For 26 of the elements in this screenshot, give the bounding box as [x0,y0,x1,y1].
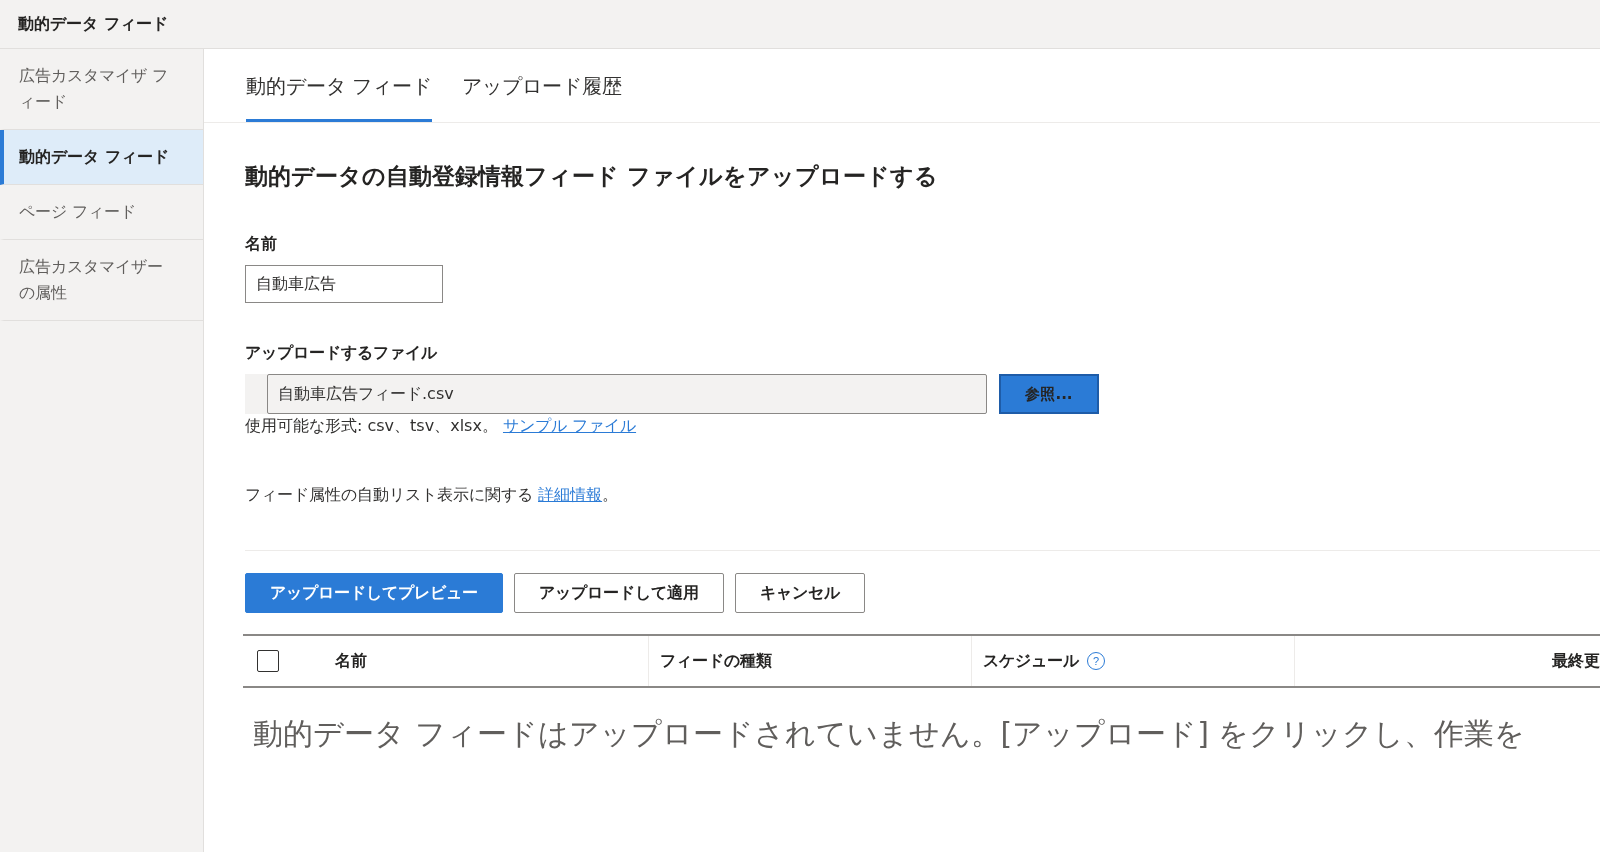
browse-button[interactable]: 参照... [999,374,1099,414]
file-path-field[interactable]: 自動車広告フィード.csv [267,374,987,414]
column-header[interactable]: 最終更 [1552,650,1600,672]
field-label: アップロードするファイル [245,343,438,364]
formats-text: 使用可能な形式: csv、tsv、xlsx。 [245,416,498,435]
column-header[interactable]: 名前 [335,650,367,672]
tab[interactable]: アップロード履歴 [462,49,623,122]
sidebar-item[interactable]: ページ フィード [0,185,203,240]
sample-file-link[interactable]: サンプル ファイル [502,416,637,435]
tab[interactable]: 動的データ フィード [246,49,433,122]
column-header[interactable]: スケジュール [983,650,1079,672]
column-header[interactable]: フィードの種類 [660,650,772,672]
field-label: 名前 [245,234,278,255]
info-text: フィード属性の自動リスト表示に関する [245,485,533,504]
form-heading: 動的データの自動登録情報フィード ファイルをアップロードする [245,162,939,191]
sidebar-item[interactable]: 広告カスタマイザーの属性 [0,240,203,321]
details-link[interactable]: 詳細情報 [538,485,603,504]
empty-message: 動的データ フィードはアップロードされていません。[アップロード] をクリックし、作業を [252,715,1527,753]
name-input-field[interactable]: 自動車広告 [245,265,443,303]
sidebar-item[interactable]: 動的データ フィード [0,130,203,185]
info-text: 。 [602,485,619,504]
action-button[interactable]: アップロードしてプレビュー [245,573,503,613]
page-title: 動的データ フィード [18,13,168,35]
action-button[interactable]: キャンセル [735,573,865,613]
select-all-checkbox[interactable] [257,650,279,672]
action-button[interactable]: アップロードして適用 [514,573,724,613]
